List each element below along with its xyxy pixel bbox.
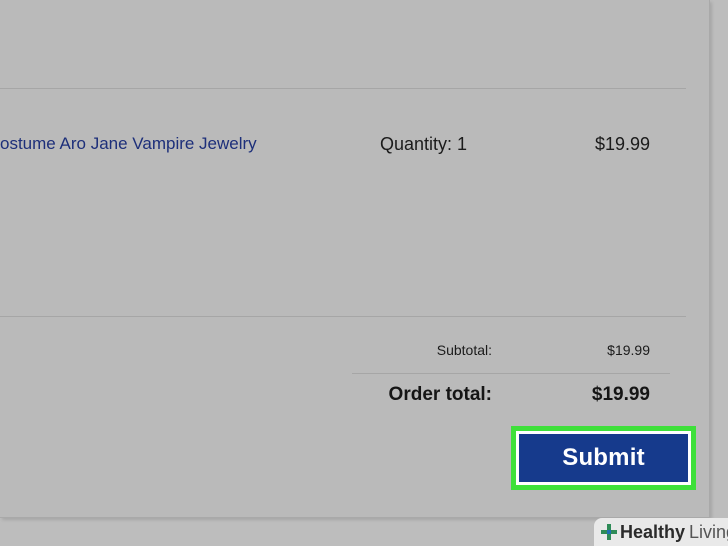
subtotal-value: $19.99 (607, 342, 650, 358)
item-quantity: Quantity: 1 (380, 134, 468, 154)
order-total-label: Order total: (388, 384, 492, 405)
order-total-value: $19.99 (591, 384, 650, 405)
checkout-page: ostume Aro Jane Vampire Jewelry Quantity… (0, 0, 728, 546)
item-name-link[interactable]: ostume Aro Jane Vampire Jewelry (0, 134, 257, 154)
item-price: $19.99 (594, 134, 650, 154)
submit-button[interactable]: Submit (519, 434, 688, 482)
healthy-living-watermark: Healthy Living (594, 518, 728, 546)
plus-icon (600, 523, 618, 541)
submit-highlight-box: Submit (511, 426, 696, 490)
order-review-card: ostume Aro Jane Vampire Jewelry Quantity… (0, 0, 710, 518)
summary-divider (352, 373, 670, 374)
items-divider (0, 316, 686, 317)
watermark-brand-light: Living (689, 521, 728, 542)
watermark-brand-bold: Healthy (620, 521, 686, 542)
subtotal-label: Subtotal: (436, 342, 492, 358)
top-divider (0, 88, 686, 89)
